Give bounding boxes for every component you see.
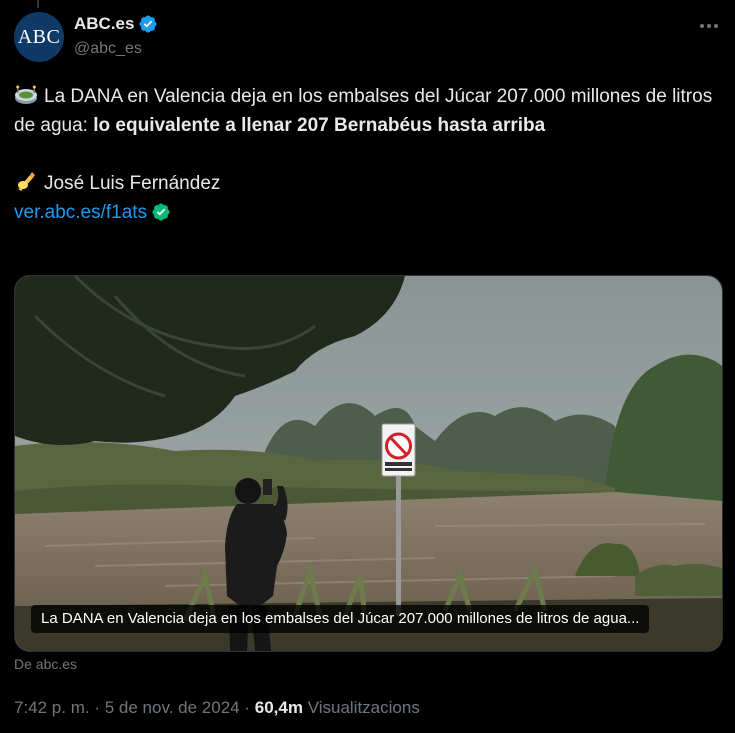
more-options-button[interactable] (697, 14, 721, 38)
link-source[interactable]: De abc.es (14, 656, 77, 672)
author-name-row: ABC.es (74, 14, 158, 34)
meta-separator: · (94, 698, 101, 717)
tweet-body-bold: lo equivalente a llenar 207 Bernabéus ha… (93, 115, 546, 136)
tweet-time[interactable]: 7:42 p. m. (14, 698, 90, 717)
stadium-emoji-icon (15, 85, 37, 104)
media-caption: La DANA en Valencia deja en los embalses… (31, 605, 650, 633)
author-handle[interactable]: @abc_es (74, 40, 142, 58)
tweet-text: La DANA en Valencia deja en los embalses… (14, 82, 724, 227)
tweet-metadata: 7:42 p. m. · 5 de nov. de 2024 · 60,4m V… (14, 698, 420, 718)
link-card-media[interactable]: La DANA en Valencia deja en los embalses… (14, 275, 723, 652)
views-label: Visualitzacions (307, 698, 420, 717)
writing-hand-emoji-icon (17, 172, 35, 191)
flooded-river-photo (15, 276, 722, 651)
thread-connector (37, 0, 39, 8)
more-dots-icon (700, 24, 718, 28)
tweet-author-credit: José Luis Fernández (44, 173, 221, 194)
avatar-text: ABC (17, 25, 61, 48)
tweet-link[interactable]: ver.abc.es/f1ats (14, 202, 147, 223)
views-count[interactable]: 60,4m (255, 698, 303, 717)
verified-badge-icon (139, 15, 158, 33)
link-verified-check-icon (152, 203, 170, 221)
avatar[interactable]: ABC (14, 12, 64, 62)
author-name[interactable]: ABC.es (74, 14, 134, 34)
meta-separator-2: · (244, 698, 251, 717)
tweet-date[interactable]: 5 de nov. de 2024 (105, 698, 240, 717)
